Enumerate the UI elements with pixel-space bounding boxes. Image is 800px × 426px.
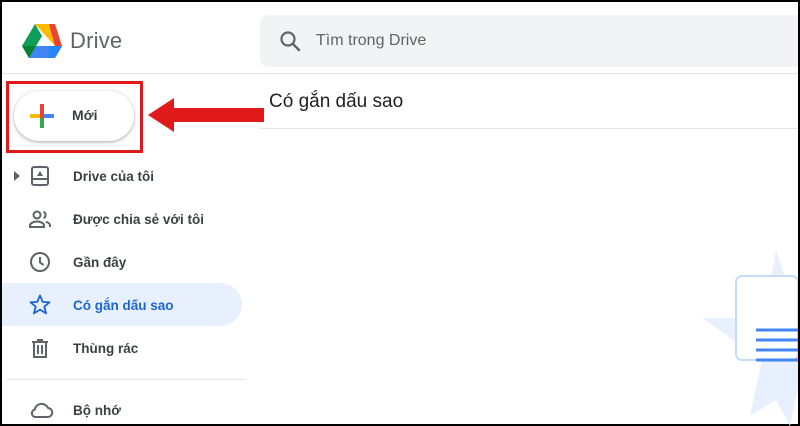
sidebar-item-label: Gần đây — [73, 255, 127, 270]
title-divider — [260, 128, 798, 129]
sidebar-item-label: Bộ nhớ — [73, 403, 121, 418]
top-bar: Drive — [2, 2, 798, 74]
clock-icon — [30, 252, 50, 272]
sidebar-item-recent[interactable]: Gần đây — [2, 240, 242, 283]
sidebar-nav: Drive của tôi Được chia sẻ với tôi Gần đ… — [2, 154, 246, 369]
sidebar-item-starred[interactable]: Có gắn dấu sao — [2, 283, 242, 326]
page-title: Có gắn dấu sao — [269, 91, 404, 112]
trash-icon — [32, 339, 48, 358]
new-button-label: Mới — [72, 107, 98, 123]
starred-empty-state-illustration-icon — [702, 250, 798, 426]
sidebar-item-trash[interactable]: Thùng rác — [2, 326, 242, 369]
sidebar-item-shared-with-me[interactable]: Được chia sẻ với tôi — [2, 197, 242, 240]
sidebar-item-label: Drive của tôi — [73, 169, 155, 184]
expand-caret-icon[interactable] — [13, 171, 21, 181]
annotation-arrow-icon — [148, 98, 264, 132]
star-icon — [29, 294, 51, 315]
new-button[interactable]: Mới — [14, 91, 134, 141]
search-input[interactable] — [316, 29, 756, 53]
app-brand-name: Drive — [70, 28, 123, 53]
search-icon[interactable] — [278, 29, 302, 53]
sidebar-divider — [6, 379, 244, 380]
plus-icon — [30, 104, 54, 128]
sidebar-item-storage[interactable]: Bộ nhớ — [2, 390, 242, 426]
sidebar-item-label: Được chia sẻ với tôi — [73, 212, 205, 227]
google-drive-logo-icon[interactable] — [22, 22, 62, 58]
shared-people-icon — [29, 210, 51, 228]
sidebar-item-label: Có gắn dấu sao — [73, 298, 174, 313]
search-bar[interactable] — [260, 15, 798, 67]
cloud-icon — [30, 402, 54, 418]
my-drive-icon — [31, 166, 49, 186]
sidebar-item-my-drive[interactable]: Drive của tôi — [2, 154, 242, 197]
sidebar-item-label: Thùng rác — [73, 341, 139, 356]
